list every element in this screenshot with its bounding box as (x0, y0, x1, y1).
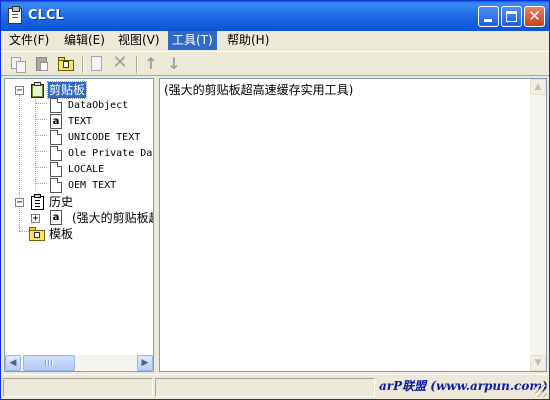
resize-grip-icon[interactable] (535, 385, 547, 397)
menu-file[interactable]: 文件(F) (5, 31, 53, 50)
scroll-right-icon[interactable]: ▶ (137, 355, 153, 371)
status-bar: arP联盟 (www.arpun.com) (1, 374, 549, 399)
document-icon (50, 98, 62, 113)
toolbar: ✕ ↑ ↓ (1, 51, 549, 76)
tree-view[interactable]: − 剪贴板 DataObject a TEXT UNICODE TEXT Ole… (5, 79, 153, 355)
menu-bar: 文件(F) 编辑(E) 视图(V) 工具(T) 帮助(H) (1, 31, 549, 50)
minimize-icon (484, 19, 492, 22)
watermark-text: arP联盟 (www.arpun.com) (379, 379, 548, 393)
document-icon (50, 130, 62, 145)
folder-icon (29, 227, 45, 241)
close-button[interactable]: ✕ (524, 6, 545, 27)
tree-node-history[interactable]: − 历史 (5, 194, 153, 210)
content-pane[interactable]: (强大的剪贴板超高速缓存实用工具) ▲ ▼ (159, 78, 547, 372)
move-up-icon[interactable]: ↑ (142, 55, 160, 73)
scroll-down-icon[interactable]: ▼ (530, 355, 546, 371)
content-vertical-scrollbar[interactable]: ▲ ▼ (530, 79, 546, 371)
scrollbar-thumb[interactable] (23, 355, 75, 371)
status-cell (3, 378, 153, 397)
document-icon (50, 146, 62, 161)
move-down-icon[interactable]: ↓ (165, 55, 183, 73)
delete-icon[interactable]: ✕ (111, 53, 129, 73)
tree-item-label: (强大的剪贴板超 (72, 211, 153, 225)
tree-node-template[interactable]: 模板 (5, 226, 153, 242)
text-document-icon: a (50, 210, 62, 225)
tree-item-label: OEM TEXT (68, 180, 117, 191)
collapse-icon[interactable]: − (15, 86, 24, 96)
new-document-icon[interactable] (87, 55, 105, 73)
tree-item-label: DataObject (68, 100, 129, 111)
copy-icon[interactable] (9, 55, 27, 73)
tree-label-clipboard: 剪贴板 (46, 81, 88, 99)
tree-item-format[interactable]: DataObject (5, 98, 153, 114)
toolbar-separator (136, 56, 138, 73)
document-icon (50, 162, 62, 177)
text-document-icon: a (50, 114, 62, 129)
folder-clipboard-icon[interactable] (57, 55, 75, 73)
toolbar-separator (82, 56, 84, 73)
window-title: CLCL (28, 8, 64, 23)
clipboard-icon (31, 82, 44, 98)
menu-view[interactable]: 视图(V) (114, 31, 164, 50)
tree-pane[interactable]: − 剪贴板 DataObject a TEXT UNICODE TEXT Ole… (4, 78, 154, 372)
title-bar[interactable]: CLCL ✕ (1, 1, 549, 31)
collapse-icon[interactable]: − (15, 198, 24, 208)
scroll-up-icon[interactable]: ▲ (530, 79, 546, 95)
tree-node-clipboard[interactable]: − 剪贴板 (5, 81, 153, 99)
menu-edit[interactable]: 编辑(E) (60, 31, 109, 50)
tree-item-history[interactable]: + a (强大的剪贴板超 (5, 210, 153, 226)
tree-item-label: UNICODE TEXT (68, 132, 141, 143)
tree-item-label: Ole Private Da (68, 148, 153, 159)
status-cell (155, 378, 375, 397)
history-icon (31, 194, 44, 210)
close-icon: ✕ (528, 7, 541, 25)
maximize-button[interactable] (501, 6, 522, 27)
maximize-icon (506, 11, 517, 22)
tree-horizontal-scrollbar[interactable]: ◀ ▶ (5, 355, 153, 371)
app-window: CLCL ✕ 文件(F) 编辑(E) 视图(V) 工具(T) 帮助(H) ✕ ↑… (0, 0, 550, 400)
tree-item-format[interactable]: a TEXT (5, 114, 153, 130)
scroll-left-icon[interactable]: ◀ (5, 355, 21, 371)
tree-item-format[interactable]: OEM TEXT (5, 178, 153, 194)
tree-item-format[interactable]: LOCALE (5, 162, 153, 178)
tree-label-template: 模板 (49, 227, 74, 241)
clipboard-app-icon[interactable] (8, 6, 22, 24)
menu-help[interactable]: 帮助(H) (223, 31, 273, 50)
tree-item-label: LOCALE (68, 164, 105, 175)
paste-icon[interactable] (33, 55, 51, 73)
document-icon (50, 178, 62, 193)
tree-item-format[interactable]: UNICODE TEXT (5, 130, 153, 146)
minimize-button[interactable] (478, 6, 499, 27)
tree-item-label: TEXT (68, 116, 93, 127)
menu-tools[interactable]: 工具(T) (168, 31, 217, 50)
tree-label-history: 历史 (49, 195, 74, 209)
tree-item-format[interactable]: Ole Private Da (5, 146, 153, 162)
clipboard-content-text[interactable]: (强大的剪贴板超高速缓存实用工具) (164, 81, 353, 98)
expand-icon[interactable]: + (31, 214, 40, 224)
